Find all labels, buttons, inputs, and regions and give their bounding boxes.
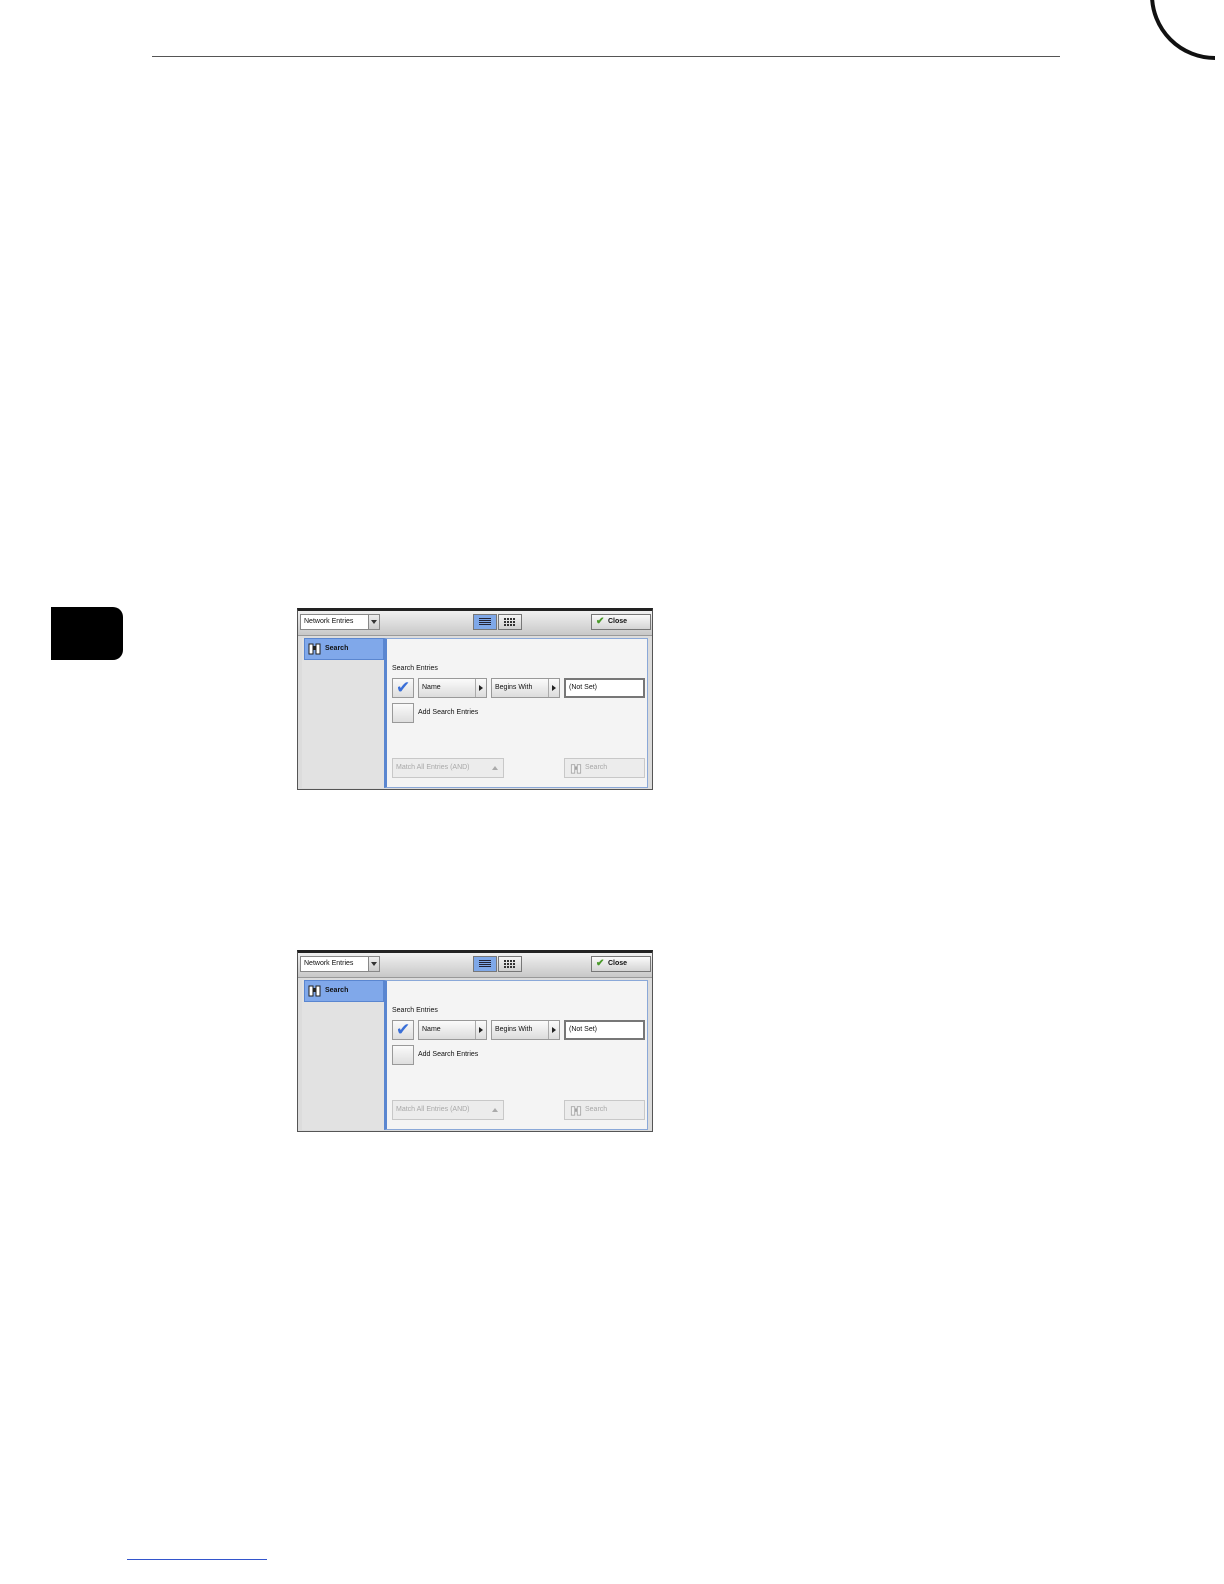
add-search-entries-label: Add Search Entries	[418, 1051, 479, 1058]
dropdown-label: Network Entries	[304, 618, 354, 625]
chevron-down-icon	[368, 957, 379, 971]
binoculars-icon	[308, 643, 321, 655]
sidebar: Search	[302, 638, 384, 788]
close-label: Close	[608, 960, 628, 967]
condition-label: Begins With	[495, 1026, 533, 1033]
screenshot-panel-1: Network Entries ✔ Close Search Search En…	[297, 608, 653, 790]
match-mode-button[interactable]: Match All Entries (AND)	[392, 1100, 504, 1120]
close-button[interactable]: ✔ Close	[591, 956, 651, 972]
footer-link-rule	[127, 1559, 267, 1560]
grid-view-icon	[504, 618, 516, 626]
field-name-label: Name	[422, 1026, 441, 1033]
search-entries-pane: Search Entries ✔ Name Begins With (Not S…	[384, 638, 648, 788]
list-view-icon	[479, 960, 491, 968]
checkmark-icon: ✔	[596, 616, 605, 627]
binoculars-icon	[308, 985, 321, 997]
condition-selector-button[interactable]: Begins With	[491, 1020, 560, 1040]
match-mode-label: Match All Entries (AND)	[396, 764, 470, 771]
match-mode-label: Match All Entries (AND)	[396, 1106, 470, 1113]
condition-selector-button[interactable]: Begins With	[491, 678, 560, 698]
search-value-field[interactable]: (Not Set)	[564, 678, 645, 698]
header-rule	[152, 56, 1060, 57]
add-entry-checkbox[interactable]	[392, 703, 414, 723]
search-button-label: Search	[585, 764, 608, 771]
section-title: Search Entries	[392, 1007, 438, 1014]
entry-checkbox-checked[interactable]: ✔	[392, 1020, 414, 1040]
screenshot-panel-2: Network Entries ✔ Close Search Search En…	[297, 950, 653, 1132]
address-book-dropdown[interactable]: Network Entries	[300, 614, 380, 630]
condition-label: Begins With	[495, 684, 533, 691]
list-view-icon	[479, 618, 491, 626]
match-mode-button[interactable]: Match All Entries (AND)	[392, 758, 504, 778]
sidebar-item-search[interactable]: Search	[304, 980, 384, 1002]
chevron-up-icon	[492, 766, 498, 770]
checkmark-icon: ✔	[396, 678, 411, 697]
chevron-right-icon	[548, 679, 559, 697]
field-name-label: Name	[422, 684, 441, 691]
chevron-right-icon	[475, 679, 486, 697]
grid-view-button[interactable]	[498, 956, 522, 972]
list-view-button[interactable]	[473, 614, 497, 630]
grid-view-icon	[504, 960, 516, 968]
add-entry-checkbox[interactable]	[392, 1045, 414, 1065]
grid-view-button[interactable]	[498, 614, 522, 630]
search-button-label: Search	[585, 1106, 608, 1113]
add-search-entries-label: Add Search Entries	[418, 709, 479, 716]
chevron-down-icon	[368, 615, 379, 629]
address-book-dropdown[interactable]: Network Entries	[300, 956, 380, 972]
sidebar-item-label: Search	[325, 987, 349, 994]
sidebar: Search	[302, 980, 384, 1130]
chapter-tab	[51, 607, 123, 660]
field-selector-button[interactable]: Name	[418, 678, 487, 698]
binoculars-icon	[570, 764, 582, 774]
search-button[interactable]: Search	[564, 1100, 645, 1120]
checkmark-icon: ✔	[596, 958, 605, 969]
chevron-right-icon	[548, 1021, 559, 1039]
chevron-right-icon	[475, 1021, 486, 1039]
entry-checkbox-checked[interactable]: ✔	[392, 678, 414, 698]
dropdown-label: Network Entries	[304, 960, 354, 967]
toolbar: Network Entries ✔ Close	[298, 953, 652, 978]
binoculars-icon	[570, 1106, 582, 1116]
checkmark-icon: ✔	[396, 1020, 411, 1039]
sidebar-item-search[interactable]: Search	[304, 638, 384, 660]
search-entries-pane: Search Entries ✔ Name Begins With (Not S…	[384, 980, 648, 1130]
search-value-field[interactable]: (Not Set)	[564, 1020, 645, 1040]
close-button[interactable]: ✔ Close	[591, 614, 651, 630]
corner-arc-decoration	[1150, 0, 1215, 60]
toolbar: Network Entries ✔ Close	[298, 611, 652, 636]
section-title: Search Entries	[392, 665, 438, 672]
list-view-button[interactable]	[473, 956, 497, 972]
sidebar-item-label: Search	[325, 645, 349, 652]
field-selector-button[interactable]: Name	[418, 1020, 487, 1040]
search-button[interactable]: Search	[564, 758, 645, 778]
close-label: Close	[608, 618, 628, 625]
chevron-up-icon	[492, 1108, 498, 1112]
